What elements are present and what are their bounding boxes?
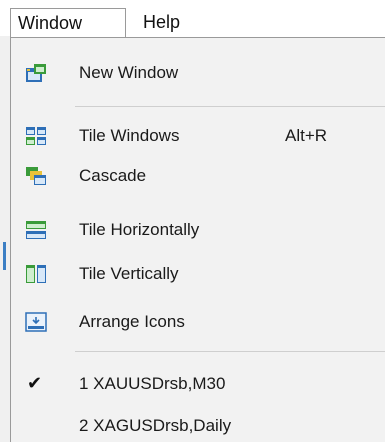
menu-window[interactable]: Window [10,8,126,38]
menu-bar: Window Help [0,0,385,38]
menu-item-tile-vertically[interactable]: Tile Vertically [11,254,385,294]
menu-item-label: Cascade [79,166,147,185]
shortcut-label: Alt+R [285,126,328,145]
menu-item-new-window[interactable]: New Window [11,53,385,93]
edge-highlight [3,242,6,270]
tile-vertically-icon [26,265,46,283]
menu-item-label: 1 XAUUSDrsb,M30 [79,374,226,393]
menu-item-label: 2 XAGUSDrsb,Daily [79,416,232,435]
menu-item-label: Tile Horizontally [79,220,200,239]
checkmark-icon: ✔ [27,373,43,393]
menu-item-tile-horizontally[interactable]: Tile Horizontally [11,210,385,250]
menu-item-label: Tile Windows [79,126,180,145]
menu-item-label: Arrange Icons [79,312,185,331]
new-window-icon [26,64,46,82]
menu-item-label: New Window [79,63,179,82]
menu-item-window-1[interactable]: ✔ 1 XAUUSDrsb,M30 [11,364,385,404]
window-dropdown-menu: New Window Tile Windows Alt+R Cascade Ti… [10,37,385,442]
menu-item-arrange-icons[interactable]: Arrange Icons [11,302,385,342]
menu-item-tile-windows[interactable]: Tile Windows Alt+R [11,116,385,156]
tile-horizontally-icon [26,221,46,239]
tile-windows-icon [26,127,46,145]
menu-help[interactable]: Help [136,8,187,38]
menu-item-window-2[interactable]: 2 XAGUSDrsb,Daily [11,406,385,446]
menu-item-label: Tile Vertically [79,264,179,283]
menu-item-cascade[interactable]: Cascade [11,156,385,196]
arrange-icons-icon [25,312,47,332]
menu-separator [75,106,385,107]
menu-separator [75,351,385,352]
cascade-icon [26,167,46,185]
